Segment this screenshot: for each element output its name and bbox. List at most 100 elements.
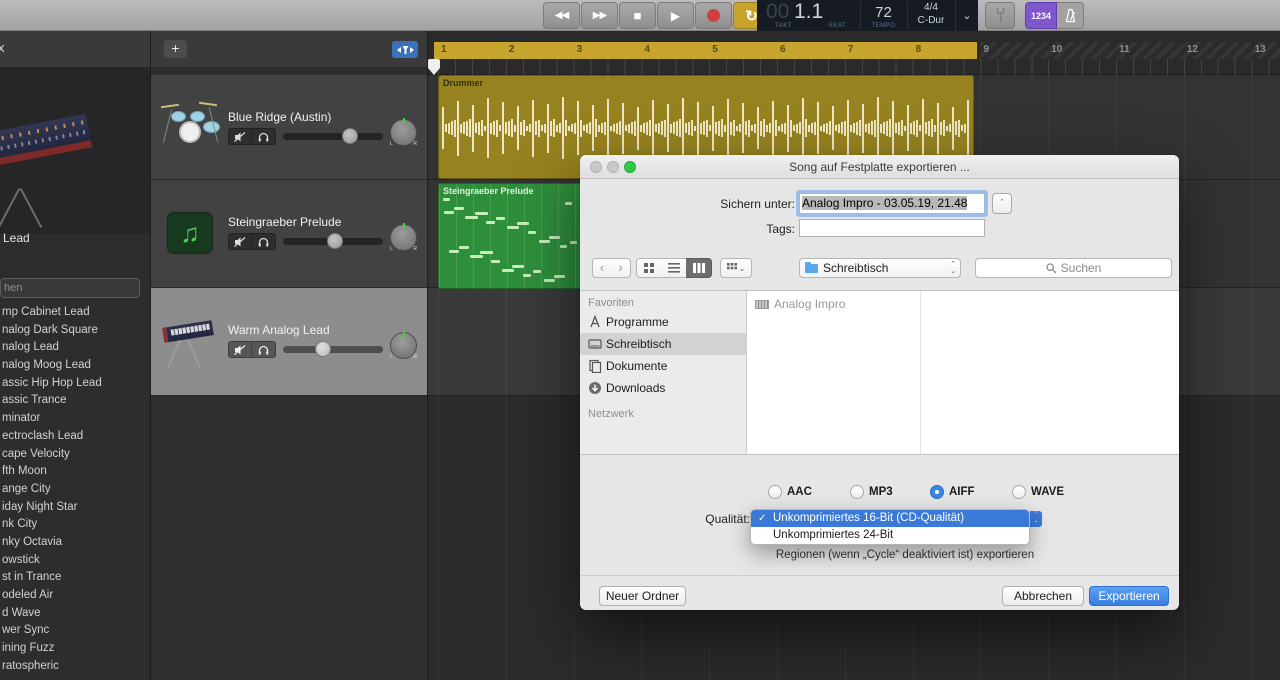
library-patch-item[interactable]: ectroclash Lead [0,428,150,446]
library-patch-item[interactable]: nalog Moog Lead [0,357,150,375]
rewind-button[interactable]: ◀◀ [543,2,580,29]
location-popup[interactable]: Schreibtisch ⌃⌄ [799,258,961,278]
track-header-blue-ridge[interactable]: Blue Ridge (Austin) [151,75,427,180]
library-patch-item[interactable]: wer Sync [0,622,150,640]
new-folder-button[interactable]: Neuer Ordner [599,586,686,606]
mute-button[interactable] [228,128,252,145]
volume-thumb[interactable] [315,341,331,357]
library-patch-item[interactable]: ratospheric [0,658,150,676]
sidebar-item-programme[interactable]: Programme [580,311,746,333]
radio-icon [1012,485,1026,499]
library-patch-item[interactable]: nk City [0,516,150,534]
sidebar-item-schreibtisch[interactable]: Schreibtisch [580,333,746,355]
library-patch-item[interactable]: minator [0,410,150,428]
expand-panel-button[interactable]: ˆ [992,193,1012,214]
format-radio-mp3[interactable]: MP3 [850,485,893,499]
solo-button[interactable] [252,341,276,358]
group-by-button[interactable]: ⌄ [720,258,752,278]
library-patch-item[interactable]: owstick [0,552,150,570]
track-name[interactable]: Warm Analog Lead [228,323,330,337]
lcd-tempo-label: TEMPO [860,23,907,29]
dialog-search-input[interactable]: Suchen [975,258,1172,278]
library-patch-item[interactable]: nalog Lead [0,339,150,357]
volume-thumb[interactable] [342,128,358,144]
format-radio-wave[interactable]: WAVE [1012,485,1064,499]
checkmark-icon: ✓ [758,510,766,527]
library-patch-item[interactable]: d Wave [0,605,150,623]
mute-solo-group [228,341,276,358]
library-patch-item[interactable]: assic Trance [0,392,150,410]
format-radio-aiff[interactable]: AIFF [930,485,975,499]
playhead-marker[interactable] [428,59,440,75]
solo-button[interactable] [252,233,276,250]
fast-forward-button[interactable]: ▶▶ [581,2,618,29]
catch-playhead-button[interactable] [392,41,418,58]
lcd-display[interactable]: 00 1.1 TAKT BEAT 72 TEMPO 4/4 C-Dur ⌄ [757,0,978,31]
mute-button[interactable] [228,233,252,250]
library-patch-item[interactable]: mp Cabinet Lead [0,304,150,322]
library-patch-item[interactable]: nky Octavia [0,534,150,552]
lcd-chevron-down-icon[interactable]: ⌄ [955,0,978,31]
library-patch-item[interactable]: ange City [0,481,150,499]
tags-input[interactable] [799,219,985,237]
record-button[interactable] [695,2,732,29]
forward-button[interactable]: › [611,258,631,278]
pan-knob[interactable]: LR [390,332,417,359]
sidebar-item-dokumente[interactable]: Dokumente [580,355,746,377]
mute-button[interactable] [228,341,252,358]
library-patch-item[interactable]: assic Hip Hop Lead [0,375,150,393]
library-patch-item[interactable]: iday Night Star [0,499,150,517]
downloads-icon [588,381,602,395]
library-patch-item[interactable]: odeled Air [0,587,150,605]
play-button[interactable]: ▶ [657,2,694,29]
minimize-traffic-light[interactable] [607,161,619,173]
format-radio-aac[interactable]: AAC [768,485,812,499]
add-track-button[interactable]: + [163,39,188,59]
back-button[interactable]: ‹ [592,258,612,278]
sidebar-item-downloads[interactable]: Downloads [580,377,746,399]
stop-button[interactable]: ■ [619,2,656,29]
column-view-button-selected[interactable] [686,258,712,278]
list-view-button[interactable] [661,258,687,278]
pan-knob[interactable]: LR [390,224,417,251]
volume-slider[interactable] [283,238,383,245]
library-patch-item[interactable]: cape Velocity [0,446,150,464]
track-header-warm-analog-lead[interactable]: Warm Analog Lead [151,288,427,396]
library-patch-item[interactable]: st in Trance [0,569,150,587]
count-in-button[interactable]: 1234 [1025,2,1057,29]
quality-option-24bit[interactable]: Unkomprimiertes 24-Bit [751,527,1029,544]
track-header-steingraeber[interactable]: ♫ Steingraeber Prelude [151,180,427,288]
volume-slider[interactable] [283,346,383,353]
zoom-traffic-light[interactable] [624,161,636,173]
dialog-titlebar[interactable]: Song auf Festplatte exportieren ... [580,155,1179,179]
stop-icon: ■ [634,8,642,23]
library-patch-item[interactable]: nalog Dark Square [0,322,150,340]
export-button[interactable]: Exportieren [1089,586,1169,606]
track-name[interactable]: Steingraeber Prelude [228,215,341,229]
bar-number: 4 [644,44,650,55]
metronome-button[interactable] [1057,2,1084,29]
quality-option-16bit[interactable]: ✓ Unkomprimiertes 16-Bit (CD-Qualität) [751,510,1029,527]
library-patch-item[interactable]: ining Fuzz [0,640,150,658]
volume-slider[interactable] [283,133,383,140]
track-name[interactable]: Blue Ridge (Austin) [228,110,331,124]
bar-ruler[interactable]: 12345678910111213 [428,31,1280,75]
column-view-icon [693,263,705,273]
library-search-input[interactable]: hen [0,278,140,298]
volume-thumb[interactable] [327,233,343,249]
synth-image-fragment [0,114,92,173]
bar-number: 3 [577,44,583,55]
pan-knob[interactable]: LR [390,119,417,146]
tuning-fork-button[interactable] [985,2,1015,29]
icon-view-button[interactable] [636,258,662,278]
quality-popup-stepper[interactable]: ⌃⌄ [1030,511,1042,527]
region-steingraeber-prelude[interactable]: Steingraeber Prelude [438,183,581,289]
solo-button[interactable] [252,128,276,145]
save-as-input[interactable]: Analog Impro - 03.05.19, 21.48 [799,193,985,214]
library-patch-item[interactable]: fth Moon [0,463,150,481]
close-icon[interactable]: x [0,40,5,55]
cycle-region-band[interactable] [434,42,977,59]
file-item-analog-impro[interactable]: Analog Impro [755,295,845,313]
cancel-button[interactable]: Abbrechen [1002,586,1084,606]
close-traffic-light[interactable] [590,161,602,173]
